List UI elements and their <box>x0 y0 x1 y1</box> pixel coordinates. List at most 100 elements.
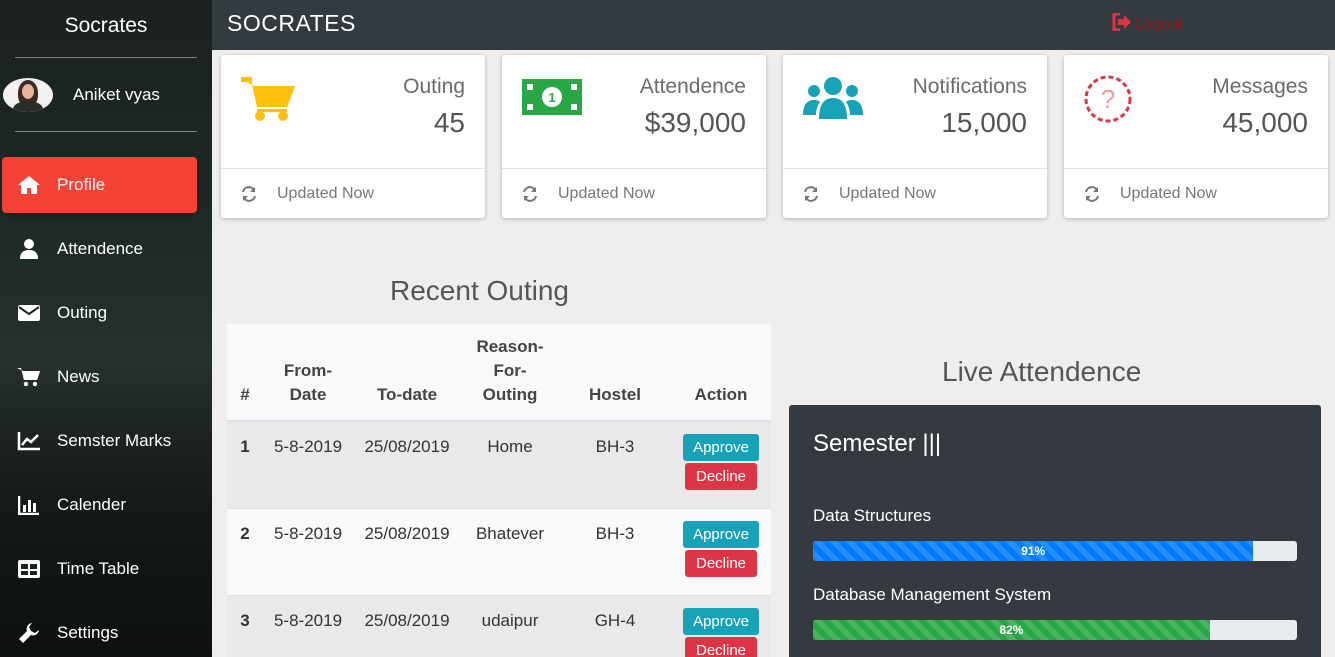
row-number: 2 <box>240 523 250 543</box>
to-date: 25/08/2019 <box>364 523 450 543</box>
user-icon <box>17 238 41 260</box>
decline-button[interactable]: Decline <box>685 636 757 657</box>
avatar <box>3 77 53 112</box>
column-header: Hostel <box>589 385 641 404</box>
reason: Bhatever <box>475 523 545 543</box>
live-attendence-panel: Semester ||| Data Structures 91% Databas… <box>789 405 1321 657</box>
bar-chart-icon <box>17 494 41 516</box>
table-icon <box>17 558 41 580</box>
from-date: 5-8-2019 <box>273 437 343 456</box>
cart-icon <box>17 366 41 388</box>
reason: Home <box>487 437 533 456</box>
question-icon: ? <box>1084 75 1134 130</box>
sidebar-item-label: Outing <box>57 303 108 322</box>
table-row: 3 5-8-2019 25/08/2019 udaipur GH-4 Appro… <box>227 595 771 657</box>
chart-line-icon <box>17 430 41 452</box>
table-row: 1 5-8-2019 25/08/2019 Home BH-3 Approve … <box>227 421 771 508</box>
sidebar-item-semster-marks[interactable]: Semster Marks <box>2 413 197 469</box>
sidebar-item-label: Profile <box>57 175 106 194</box>
to-date: 25/08/2019 <box>364 437 450 456</box>
subject-name: Database Management System <box>813 585 1052 604</box>
stat-card-notifications[interactable]: Notifications 15,000 Updated Now <box>783 55 1047 218</box>
sidebar-item-label: Calender <box>57 495 126 514</box>
logout-link[interactable]: Logout <box>1112 12 1183 36</box>
from-date: 5-8-2019 <box>273 610 343 630</box>
sidebar-item-label: Settings <box>57 623 119 642</box>
progress-fill: 91% <box>813 541 1254 561</box>
semester-title: Semester ||| <box>813 430 942 457</box>
refresh-icon <box>1084 185 1100 202</box>
approve-button[interactable]: Approve <box>683 520 759 548</box>
stat-footer: Updated Now <box>277 184 374 202</box>
reason: udaipur <box>481 610 539 630</box>
stat-footer: Updated Now <box>1120 184 1217 202</box>
live-attendence-title: Live Attendence <box>942 356 1142 387</box>
user-profile[interactable]: Aniket vyas <box>0 58 212 131</box>
stat-value: 45,000 <box>1222 107 1308 138</box>
stat-label: Attendence <box>639 75 746 98</box>
row-number: 1 <box>240 437 250 456</box>
stat-footer: Updated Now <box>558 184 655 202</box>
refresh-icon <box>241 185 257 202</box>
progress-bar: 91% <box>813 541 1297 561</box>
stat-footer: Updated Now <box>839 184 936 202</box>
sidebar-item-attendence[interactable]: Attendence <box>2 221 197 277</box>
progress-fill: 82% <box>813 620 1210 640</box>
divider <box>15 131 197 132</box>
progress-bar: 82% <box>813 620 1297 640</box>
sidebar-item-label: News <box>57 367 100 386</box>
to-date: 25/08/2019 <box>364 610 450 630</box>
stat-label: Outing <box>403 75 465 98</box>
decline-button[interactable]: Decline <box>685 463 757 490</box>
sidebar-item-calender[interactable]: Calender <box>2 477 197 533</box>
stat-label: Notifications <box>912 75 1027 98</box>
cart-icon <box>241 75 297 130</box>
stat-card-attendence[interactable]: 1 Attendence $39,000 Updated Now <box>502 55 766 218</box>
refresh-icon <box>522 185 538 202</box>
logout-label: Logout <box>1134 15 1183 33</box>
table-row: 2 5-8-2019 25/08/2019 Bhatever BH-3 Appr… <box>227 508 771 595</box>
sidebar-item-time-table[interactable]: Time Table <box>2 541 197 597</box>
decline-button[interactable]: Decline <box>685 549 757 577</box>
sidebar-item-news[interactable]: News <box>2 349 197 405</box>
sidebar-nav: Profile Attendence Outing News Semster M… <box>0 157 212 657</box>
users-icon <box>803 75 863 126</box>
svg-text:1: 1 <box>548 90 555 105</box>
recent-outing-table: # From- Date To-date Reason- For- Outing Ho… <box>227 324 771 657</box>
wrench-icon <box>17 622 41 644</box>
user-name: Aniket vyas <box>73 84 160 104</box>
page-title: SOCRATES <box>227 10 356 36</box>
envelope-icon <box>17 302 41 324</box>
column-header: From- Date <box>283 361 333 404</box>
stat-value: 45 <box>433 107 465 138</box>
sidebar-item-outing[interactable]: Outing <box>2 285 197 341</box>
subject-name: Data Structures <box>813 506 932 525</box>
approve-button[interactable]: Approve <box>683 434 759 461</box>
home-icon <box>17 174 41 196</box>
actions: Approve Decline <box>671 508 771 595</box>
sidebar-brand[interactable]: Socrates <box>0 0 212 57</box>
hostel: BH-3 <box>595 437 635 456</box>
sidebar-item-settings[interactable]: Settings <box>2 605 197 657</box>
sidebar-item-label: Semster Marks <box>57 431 172 450</box>
refresh-icon <box>803 185 819 202</box>
recent-outing-title: Recent Outing <box>390 275 569 306</box>
column-header: Reason- For- Outing <box>476 337 544 404</box>
sidebar-item-profile[interactable]: Profile <box>2 157 197 213</box>
column-header: To-date <box>376 385 438 404</box>
stat-card-messages[interactable]: ? Messages 45,000 Updated Now <box>1064 55 1328 218</box>
stat-label: Messages <box>1212 75 1308 98</box>
money-icon: 1 <box>522 75 584 124</box>
stat-card-outing[interactable]: Outing 45 Updated Now <box>221 55 485 218</box>
top-header: SOCRATES Logout <box>212 0 1335 50</box>
sign-out-icon <box>1112 12 1134 36</box>
column-header: # <box>240 385 250 404</box>
stat-value: $39,000 <box>644 107 746 138</box>
actions: Approve Decline <box>671 421 771 508</box>
hostel: BH-3 <box>595 523 635 543</box>
row-number: 3 <box>240 610 250 630</box>
approve-button[interactable]: Approve <box>683 607 759 635</box>
sidebar-item-label: Time Table <box>57 559 140 578</box>
hostel: GH-4 <box>594 610 636 630</box>
sidebar: Socrates Aniket vyas Profile Attendence … <box>0 0 212 657</box>
